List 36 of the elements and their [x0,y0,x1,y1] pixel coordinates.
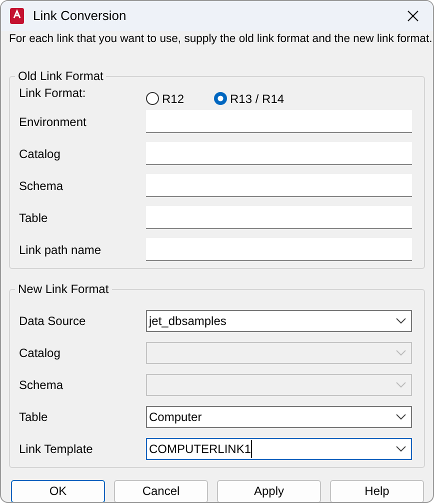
dropdown-field[interactable]: Computer [146,406,412,428]
radio-label: R13 / R14 [230,90,284,108]
text-field[interactable] [146,110,412,134]
field-label: Link Format: [19,84,87,102]
close-icon[interactable] [407,10,419,22]
instruction-text: For each link that you want to use, supply the old link format and the new link format. [8,32,433,47]
app-icon [9,8,25,24]
dialog-button[interactable]: Help [330,480,424,502]
dialog-button[interactable]: Apply [217,480,321,502]
window-title: Link Conversion [33,7,126,26]
field-label: Environment [19,114,88,131]
radio-button[interactable] [214,92,228,106]
field-label: Data Source [19,312,87,330]
radio-button[interactable] [146,92,159,106]
caret-icon [396,382,406,388]
text-field[interactable] [146,238,412,262]
text-field[interactable] [146,142,412,166]
dropdown-field[interactable]: COMPUTERLINK1 [146,438,412,460]
text-field[interactable] [146,174,412,198]
field-label: Link path name [19,242,102,259]
dropdown-field[interactable]: jet_dbsamples [146,310,412,332]
field-label: Schema [19,178,64,195]
field-label: Catalog [19,344,62,362]
dialog-button[interactable]: Cancel [114,480,208,502]
caret-icon [396,318,406,324]
field-label: Catalog [19,146,62,163]
field-label: Table [19,210,49,227]
field-label: Table [19,408,49,426]
caret-icon [396,446,406,452]
caret-icon [396,414,406,420]
dialog-button[interactable]: OK [11,480,105,502]
caret-icon [396,350,406,356]
radio-label: R12 [162,90,184,108]
field-label: Schema [19,376,64,394]
text-field[interactable] [146,206,412,230]
field-label: Link Template [19,440,94,458]
